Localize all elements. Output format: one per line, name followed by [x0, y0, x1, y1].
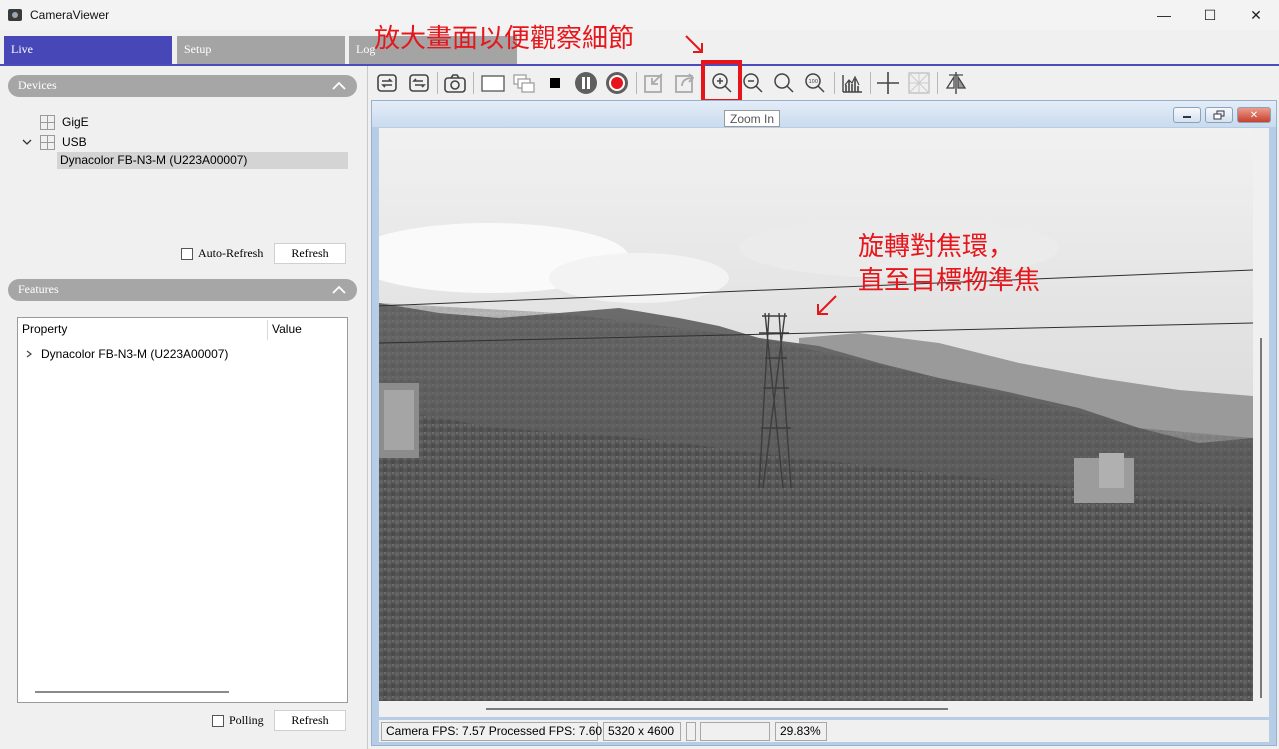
chevron-up-icon	[332, 81, 346, 90]
vertical-scrollbar[interactable]	[1253, 128, 1269, 717]
table-row-label: Dynacolor FB-N3-M (U223A00007)	[41, 347, 229, 361]
status-bar: Camera FPS: 7.57 Processed FPS: 7.60 532…	[379, 720, 1269, 742]
tab-live[interactable]: Live	[4, 36, 172, 64]
device-group-icon	[40, 114, 55, 130]
annotation-line: 旋轉對焦環，	[858, 232, 1015, 262]
features-header[interactable]: Features	[8, 279, 357, 301]
horizontal-scrollbar[interactable]	[35, 691, 229, 693]
devices-refresh-button[interactable]: Refresh	[274, 243, 346, 264]
arrow-down-left-icon	[817, 295, 837, 315]
zoom-status: 29.83%	[775, 722, 827, 741]
column-header-property[interactable]: Property	[18, 318, 268, 340]
snapshot-icon[interactable]	[441, 70, 469, 96]
tab-bar: Live Setup Log	[0, 30, 1279, 66]
title-bar: CameraViewer — ☐ ✕	[0, 0, 1279, 30]
column-header-value[interactable]: Value	[268, 318, 348, 340]
zoom-100-icon[interactable]: 100	[801, 70, 829, 96]
annotation-line: 直至目標物準焦	[858, 266, 1041, 296]
property-table: Property Value Dynacolor FB-N3-M (U223A0…	[17, 317, 348, 703]
scrollbar-thumb[interactable]	[486, 708, 948, 710]
camera-app-icon	[8, 9, 22, 21]
minimize-button[interactable]: —	[1141, 0, 1187, 30]
tree-item-selected-device[interactable]: Dynacolor FB-N3-M (U223A00007)	[57, 152, 348, 169]
scrollbar-thumb[interactable]	[1260, 338, 1262, 698]
features-header-label: Features	[18, 282, 59, 296]
devices-header-label: Devices	[18, 78, 57, 92]
toolbar: 100	[370, 66, 1279, 100]
zoom-in-tooltip: Zoom In	[724, 110, 781, 127]
chevron-down-icon[interactable]	[21, 137, 33, 147]
single-view-icon[interactable]	[479, 70, 507, 96]
flip-icon[interactable]	[942, 70, 970, 96]
checkbox-box[interactable]	[181, 247, 193, 260]
camera-frame-image	[379, 128, 1253, 701]
multi-view-icon[interactable]	[510, 70, 538, 96]
zoom-out-icon[interactable]	[739, 70, 767, 96]
record-icon[interactable]	[603, 70, 631, 96]
crosshair-icon[interactable]	[874, 70, 902, 96]
chevron-up-icon	[332, 285, 346, 294]
device-group-icon	[40, 134, 55, 150]
status-cell	[686, 722, 696, 741]
checkbox-box[interactable]	[212, 714, 224, 727]
fps-status: Camera FPS: 7.57 Processed FPS: 7.60	[381, 722, 602, 741]
annotation-focus-hint: 旋轉對焦環， 直至目標物準焦	[858, 230, 1040, 298]
tree-item-label: USB	[62, 135, 87, 149]
import-icon[interactable]	[640, 70, 668, 96]
left-panel: Devices GigE USB Dynacolor FB-N3-M (U223…	[0, 66, 368, 749]
features-refresh-button[interactable]: Refresh	[274, 710, 346, 731]
connect-icon[interactable]	[373, 70, 401, 96]
status-cell	[700, 722, 770, 741]
tab-setup[interactable]: Setup	[177, 36, 345, 64]
horizontal-scrollbar[interactable]	[379, 701, 1253, 717]
mdi-close-button[interactable]: ✕	[1237, 107, 1271, 123]
zoom-in-highlight-box	[701, 60, 742, 103]
tree-item-usb[interactable]: USB	[21, 133, 87, 151]
polling-label: Polling	[229, 713, 264, 727]
mdi-restore-button[interactable]	[1205, 107, 1233, 123]
tree-item-label: GigE	[62, 115, 89, 129]
camera-image[interactable]	[379, 128, 1253, 701]
zoom-fit-icon[interactable]	[770, 70, 798, 96]
devices-header[interactable]: Devices	[8, 75, 357, 97]
export-icon[interactable]	[671, 70, 699, 96]
auto-refresh-checkbox[interactable]: Auto-Refresh	[181, 246, 263, 261]
stop-icon[interactable]	[541, 70, 569, 96]
resolution-status: 5320 x 4600	[603, 722, 681, 741]
mdi-minimize-button[interactable]	[1173, 107, 1201, 123]
tree-item-gige[interactable]: GigE	[40, 113, 89, 131]
image-window-titlebar: ✕	[372, 101, 1276, 127]
polling-checkbox[interactable]: Polling	[212, 713, 264, 728]
window-title: CameraViewer	[30, 8, 110, 22]
pause-icon[interactable]	[572, 70, 600, 96]
auto-refresh-label: Auto-Refresh	[198, 246, 264, 260]
maximize-button[interactable]: ☐	[1187, 0, 1233, 30]
svg-text:100: 100	[809, 79, 819, 85]
annotation-zoom-hint: 放大畫面以便觀察細節	[374, 24, 635, 54]
chevron-right-icon[interactable]	[23, 349, 35, 359]
grid-icon[interactable]	[905, 70, 933, 96]
table-row[interactable]: Dynacolor FB-N3-M (U223A00007)	[23, 345, 228, 363]
disconnect-icon[interactable]	[405, 70, 433, 96]
close-button[interactable]: ✕	[1233, 0, 1279, 30]
arrow-down-right-icon	[685, 35, 703, 53]
histogram-icon[interactable]	[838, 70, 866, 96]
